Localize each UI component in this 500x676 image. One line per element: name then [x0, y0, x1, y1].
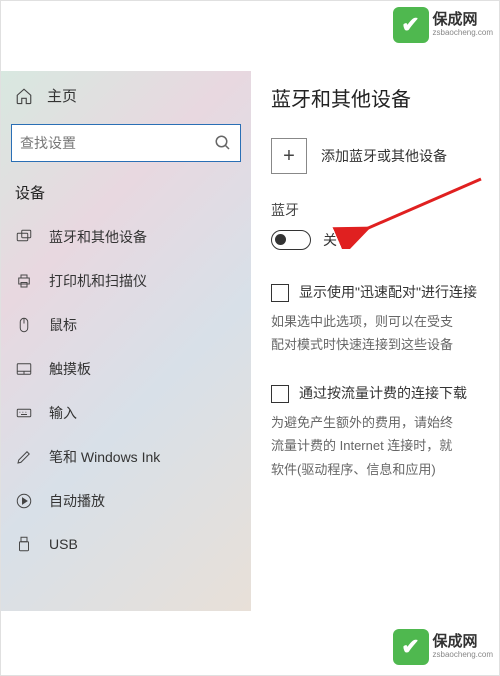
search-icon: [214, 134, 232, 152]
watermark-top: ✔ 保成网 zsbaocheng.com: [393, 7, 493, 43]
quick-pair-description: 如果选中此选项，则可以在受支 配对模式时快速连接到这些设备: [271, 306, 499, 381]
printer-icon: [15, 272, 33, 290]
metered-label: 通过按流量计费的连接下载: [299, 383, 467, 403]
toggle-state-label: 关: [323, 230, 337, 250]
touchpad-icon: [15, 360, 33, 378]
home-icon: [15, 87, 33, 105]
watermark-bottom: ✔ 保成网 zsbaocheng.com: [393, 629, 493, 665]
quick-pair-checkbox[interactable]: [271, 284, 289, 302]
watermark-cn: 保成网: [433, 634, 493, 651]
sidebar-item-printers[interactable]: 打印机和扫描仪: [1, 259, 251, 303]
plus-icon: +: [271, 138, 307, 174]
sidebar-item-pen[interactable]: 笔和 Windows Ink: [1, 435, 251, 479]
search-box[interactable]: [11, 124, 241, 162]
settings-sidebar: 主页 设备 蓝牙和其他设备 打印机和扫描仪 鼠标 触摸板 输入: [1, 71, 251, 611]
add-device-label: 添加蓝牙或其他设备: [321, 146, 447, 166]
bluetooth-toggle[interactable]: [271, 230, 311, 250]
keyboard-icon: [15, 404, 33, 422]
watermark-cn: 保成网: [433, 12, 493, 29]
home-row[interactable]: 主页: [1, 79, 251, 120]
sidebar-item-mouse[interactable]: 鼠标: [1, 303, 251, 347]
bluetooth-devices-icon: [15, 228, 33, 246]
watermark-en: zsbaocheng.com: [433, 29, 493, 38]
nav-label: 输入: [49, 403, 77, 423]
mouse-icon: [15, 316, 33, 334]
sidebar-item-touchpad[interactable]: 触摸板: [1, 347, 251, 391]
home-label: 主页: [47, 85, 77, 106]
nav-label: USB: [49, 536, 78, 552]
metered-row[interactable]: 通过按流量计费的连接下载: [271, 381, 499, 407]
nav-label: 蓝牙和其他设备: [49, 227, 147, 247]
add-device-row[interactable]: + 添加蓝牙或其他设备: [271, 128, 499, 196]
watermark-logo-icon: ✔: [393, 629, 429, 665]
bluetooth-subtitle: 蓝牙: [271, 196, 499, 228]
sidebar-item-autoplay[interactable]: 自动播放: [1, 479, 251, 523]
sidebar-item-typing[interactable]: 输入: [1, 391, 251, 435]
search-input[interactable]: [20, 135, 214, 151]
metered-checkbox[interactable]: [271, 385, 289, 403]
metered-description: 为避免产生额外的费用，请始终 流量计费的 Internet 连接时，就 软件(驱…: [271, 407, 499, 505]
quick-pair-label: 显示使用"迅速配对"进行连接: [299, 282, 477, 302]
sidebar-item-usb[interactable]: USB: [1, 523, 251, 565]
page-title: 蓝牙和其他设备: [271, 79, 499, 128]
nav-label: 自动播放: [49, 491, 105, 511]
settings-content: 蓝牙和其他设备 + 添加蓝牙或其他设备 蓝牙 关 显示使用"迅速配对"进行连接 …: [251, 71, 499, 611]
quick-pair-row[interactable]: 显示使用"迅速配对"进行连接: [271, 280, 499, 306]
toggle-knob: [275, 234, 286, 245]
category-label: 设备: [1, 176, 251, 215]
nav-label: 打印机和扫描仪: [49, 271, 147, 291]
watermark-logo-icon: ✔: [393, 7, 429, 43]
watermark-en: zsbaocheng.com: [433, 651, 493, 660]
usb-icon: [15, 535, 33, 553]
pen-icon: [15, 448, 33, 466]
nav-label: 笔和 Windows Ink: [49, 447, 160, 467]
autoplay-icon: [15, 492, 33, 510]
nav-label: 触摸板: [49, 359, 91, 379]
bluetooth-toggle-row: 关: [271, 228, 499, 280]
sidebar-item-bluetooth[interactable]: 蓝牙和其他设备: [1, 215, 251, 259]
nav-label: 鼠标: [49, 315, 77, 335]
